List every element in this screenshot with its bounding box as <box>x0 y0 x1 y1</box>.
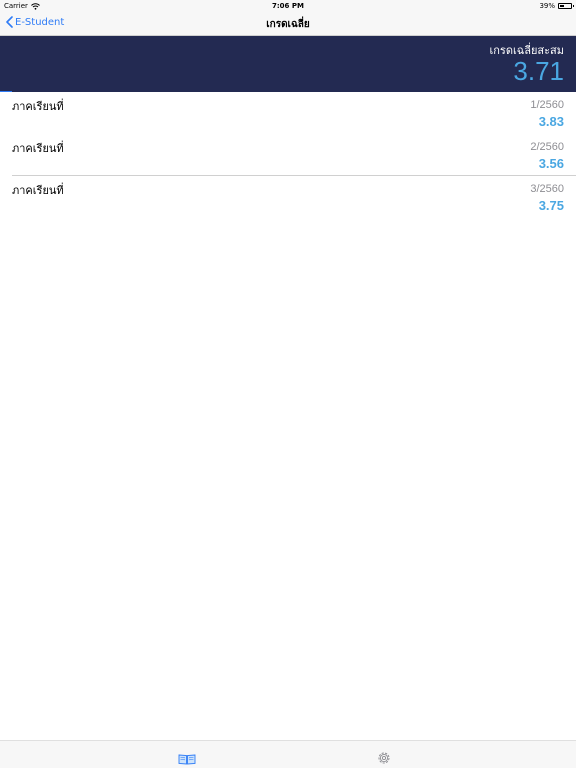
status-time: 7:06 PM <box>272 2 304 10</box>
tab-bar <box>0 740 576 768</box>
semester-row[interactable]: ภาคเรียนที่ 1/2560 3.83 <box>0 92 576 134</box>
cumulative-gpa-header: เกรดเฉลี่ยสะสม 3.71 <box>0 36 576 92</box>
semester-term: 3/2560 <box>530 183 564 195</box>
semester-row[interactable]: ภาคเรียนที่ 3/2560 3.75 <box>0 176 576 218</box>
semester-gpa: 3.83 <box>538 114 564 129</box>
tab-settings[interactable] <box>376 750 396 766</box>
gear-icon <box>378 752 390 764</box>
semester-label: ภาคเรียนที่ <box>12 184 64 197</box>
semester-term: 2/2560 <box>530 141 564 153</box>
semester-gpa: 3.75 <box>538 198 564 213</box>
battery-icon <box>558 3 574 9</box>
status-bar: Carrier 7:06 PM 39% <box>0 0 576 12</box>
tab-grades[interactable] <box>178 750 198 766</box>
battery-indicator: 39% <box>539 2 574 10</box>
semester-label: ภาคเรียนที่ <box>12 100 64 113</box>
cumulative-gpa-value: 3.71 <box>513 56 564 86</box>
semester-row[interactable]: ภาคเรียนที่ 2/2560 3.56 <box>12 134 576 176</box>
book-icon <box>178 754 196 765</box>
battery-percent: 39% <box>539 2 555 10</box>
semester-gpa: 3.56 <box>538 156 564 171</box>
navigation-bar: E-Student เกรดเฉลี่ย <box>0 12 576 36</box>
semester-list: ภาคเรียนที่ 1/2560 3.83 ภาคเรียนที่ 2/25… <box>0 92 576 218</box>
page-title: เกรดเฉลี่ย <box>266 19 310 30</box>
semester-label: ภาคเรียนที่ <box>12 142 64 155</box>
semester-term: 1/2560 <box>530 99 564 111</box>
